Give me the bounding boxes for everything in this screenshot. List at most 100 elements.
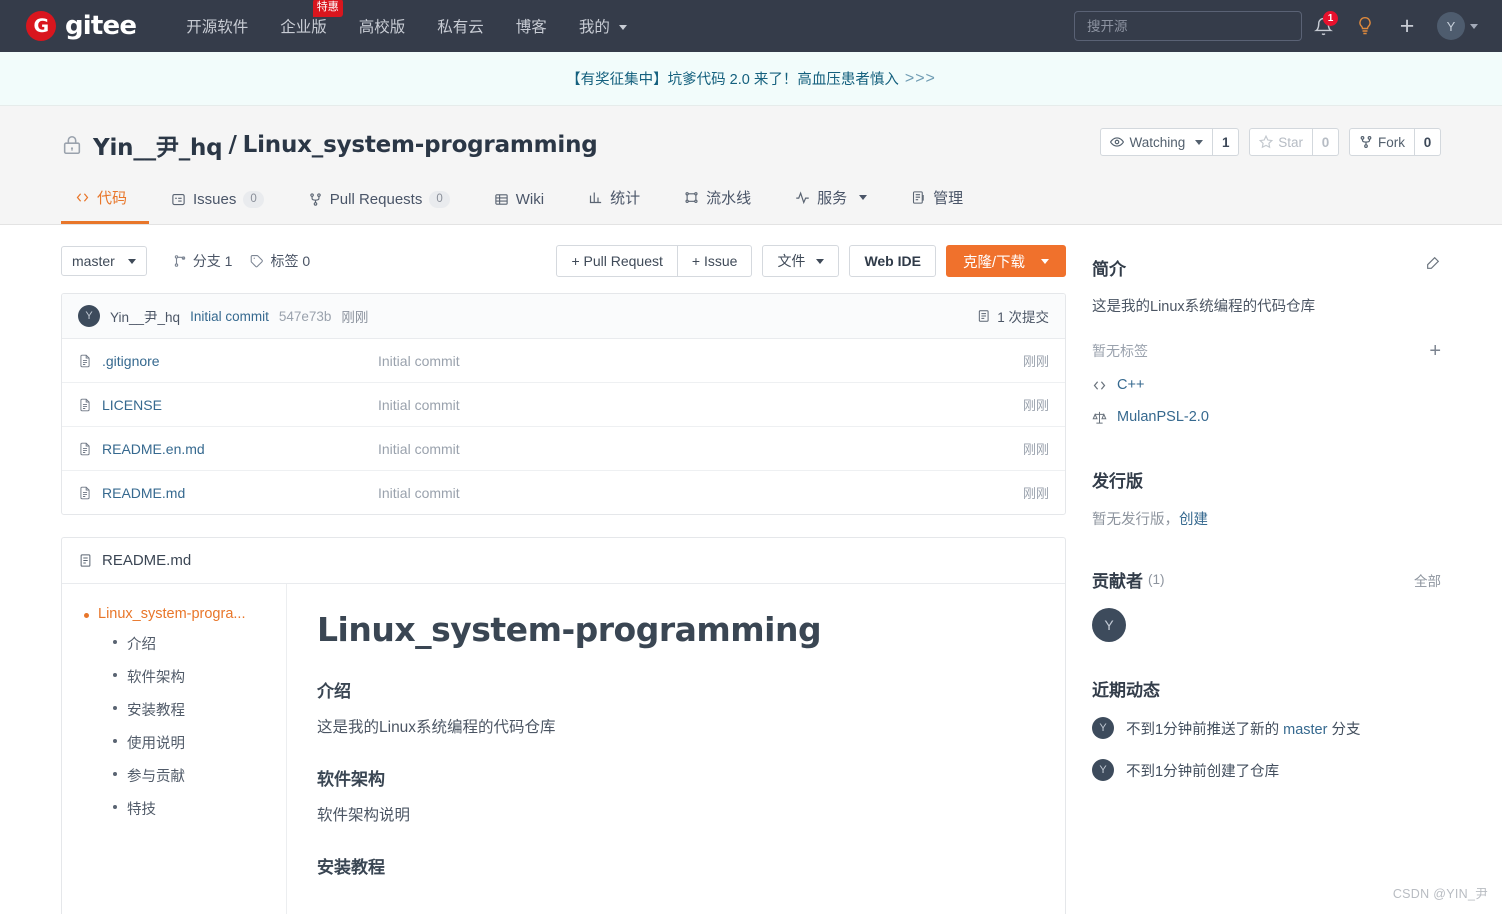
repository-owner[interactable]: Yin__尹_hq [93,128,223,162]
tab-wiki[interactable]: Wiki [472,185,566,224]
table-row[interactable]: .gitignore Initial commit 刚刚 [62,339,1065,383]
tab-code[interactable]: 代码 [61,181,150,224]
file-commit-message: Initial commit [378,440,460,457]
user-avatar[interactable]: Y [1437,12,1465,40]
toc-link-usage[interactable]: 使用说明 [127,736,185,752]
gitee-logo[interactable]: G gitee [26,11,137,41]
activity-text: 不到1分钟前推送了新的 master 分支 [1126,718,1360,739]
nav-link-opensource[interactable]: 开源软件 [170,9,264,43]
tab-label: Pull Requests [329,191,423,208]
table-row[interactable]: README.md Initial commit 刚刚 [62,471,1065,514]
add-tag-button[interactable]: + [1429,341,1441,361]
branch-selector[interactable]: master [61,246,147,276]
star-button[interactable]: Star [1249,128,1313,156]
toc-link-root[interactable]: Linux_system-progra... [98,606,268,622]
star-button-group: Star 0 [1249,128,1339,156]
activity-icon [796,191,809,205]
activity-avatar[interactable]: Y [1092,717,1114,740]
watch-count[interactable]: 1 [1213,128,1240,156]
notifications-button[interactable]: 1 [1302,5,1344,47]
tab-count-badge: 0 [429,191,450,208]
activity-branch-link[interactable]: master [1283,722,1327,738]
file-name-cell[interactable]: README.md [78,485,378,501]
chevron-down-icon [619,25,628,31]
tab-issues[interactable]: Issues 0 [149,185,286,224]
nav-link-university[interactable]: 高校版 [343,9,422,43]
ideas-button[interactable] [1344,5,1386,47]
commit-sha[interactable]: 547e73b [279,309,332,324]
files-dropdown-button[interactable]: 文件 [762,245,840,277]
clone-download-button[interactable]: 克隆/下载 [945,245,1066,277]
commit-author-name[interactable]: Yin__尹_hq [110,306,180,326]
watch-button[interactable]: Watching [1100,128,1214,156]
file-commit-time: 刚刚 [1022,486,1049,501]
readme-file-icon [80,554,91,567]
gitee-logo-text: gitee [65,11,137,41]
new-issue-button[interactable]: + Issue [677,245,753,277]
commit-author-avatar[interactable]: Y [78,305,100,327]
tab-count-badge: 0 [243,191,264,208]
branches-link[interactable]: 分支 1 [173,251,232,271]
toolbar-actions: + Pull Request + Issue 文件 Web IDE 克隆/下载 [556,245,1066,277]
toc-link-architecture[interactable]: 软件架构 [127,670,185,686]
tab-pull-requests[interactable]: Pull Requests 0 [286,185,472,224]
sidebar-license-item[interactable]: MulanPSL-2.0 [1092,409,1441,425]
sidebar: 简介 这是我的Linux系统编程的代码仓库 暂无标签 + C++ MulanPS… [1092,245,1441,914]
file-name: LICENSE [102,396,162,413]
nav-link-blog[interactable]: 博客 [500,9,563,43]
tab-services[interactable]: 服务 [773,181,889,224]
promo-notice-arrows[interactable]: >>> [905,70,936,88]
tab-label: 代码 [97,190,128,207]
commit-count-link[interactable]: 1 次提交 [977,306,1049,326]
user-menu-chevron-down-icon[interactable] [1470,23,1478,29]
nav-link-mine[interactable]: 我的 [563,9,643,43]
activity-prefix: 不到1分钟前推送了新的 [1126,721,1280,738]
sidebar-section-activity: 近期动态 Y 不到1分钟前推送了新的 master 分支 Y 不到1分钟前创建了… [1092,676,1441,782]
tab-label: 服务 [817,190,848,207]
edit-description-button[interactable] [1425,255,1441,276]
tab-statistics[interactable]: 统计 [566,181,662,224]
repo-meta-links: 分支 1 标签 0 [173,251,310,271]
toc-link-contributing[interactable]: 参与贡献 [127,769,185,785]
create-new-button[interactable]: + [1386,5,1428,47]
fork-count[interactable]: 0 [1415,128,1441,156]
fork-button[interactable]: Fork [1349,128,1415,156]
view-all-contributors-link[interactable]: 全部 [1414,570,1441,590]
list-item: 特技 [112,798,272,819]
tags-link[interactable]: 标签 0 [250,251,310,271]
sidebar-intro-description: 这是我的Linux系统编程的代码仓库 [1092,299,1316,315]
new-pull-request-button[interactable]: + Pull Request [556,245,678,277]
chevron-down-icon [859,195,868,200]
table-row[interactable]: LICENSE Initial commit 刚刚 [62,383,1065,427]
pull-request-icon [310,193,321,206]
nav-link-enterprise[interactable]: 企业版 特惠 [264,0,343,43]
tab-label: 管理 [933,190,964,207]
sidebar-language-item[interactable]: C++ [1092,377,1441,393]
table-row[interactable]: README.en.md Initial commit 刚刚 [62,427,1065,471]
file-name-cell[interactable]: .gitignore [78,353,378,369]
contributor-avatar[interactable]: Y [1092,608,1126,643]
repository-path-separator: / [228,132,237,158]
tab-pipelines[interactable]: 流水线 [662,181,773,224]
search-input[interactable] [1074,11,1302,41]
toc-link-install[interactable]: 安装教程 [127,703,185,719]
nav-link-privatecloud[interactable]: 私有云 [421,9,500,43]
tab-manage[interactable]: 管理 [889,181,985,224]
repository-name[interactable]: Linux_system-programming [243,132,598,158]
chart-bar-icon [589,192,602,204]
file-name-cell[interactable]: LICENSE [78,397,378,413]
star-count[interactable]: 0 [1313,128,1339,156]
toc-link-tricks[interactable]: 特技 [127,802,156,818]
promo-notice-text[interactable]: 【有奖征集中】坑爹代码 2.0 来了！高血压患者慎入 [566,68,899,89]
web-ide-button[interactable]: Web IDE [849,245,936,277]
file-name-cell[interactable]: README.en.md [78,441,378,457]
commit-message[interactable]: Initial commit [190,309,269,324]
create-release-link[interactable]: 创建 [1179,512,1208,528]
nav-link-label: 高校版 [358,19,406,36]
file-browser: Y Yin__尹_hq Initial commit 547e73b 刚刚 1 … [61,293,1066,515]
edit-icon [1427,256,1440,269]
activity-avatar[interactable]: Y [1092,759,1114,782]
list-item: 使用说明 [112,732,272,753]
toc-link-intro[interactable]: 介绍 [127,637,156,653]
lock-icon [61,133,83,157]
